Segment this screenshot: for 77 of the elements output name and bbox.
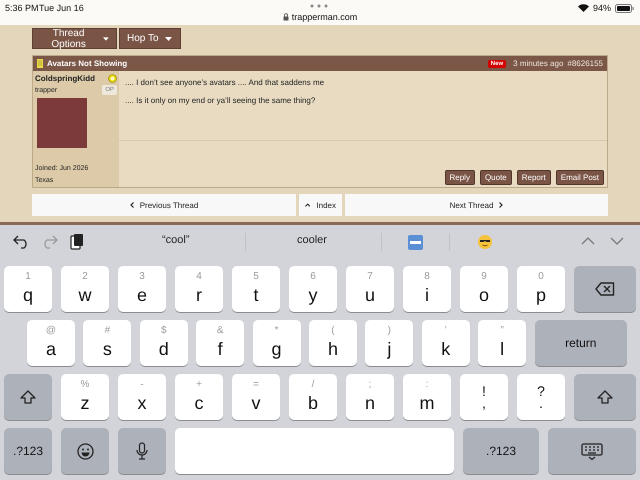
- microphone-icon: [136, 442, 148, 460]
- post-text: .... Is it only on my end or ya’ll seeing the same thing?: [125, 96, 316, 105]
- shift-icon: [20, 390, 36, 404]
- key[interactable]: ? .: [517, 374, 565, 420]
- key[interactable]: 9 o: [460, 266, 508, 312]
- document-icon: [37, 59, 43, 68]
- dropdown-button[interactable]: Thread Options: [32, 28, 117, 49]
- suggestion[interactable]: cooler: [297, 234, 327, 246]
- key[interactable]: ( h: [308, 320, 357, 366]
- backspace-icon: [595, 282, 615, 296]
- suggestion[interactable]: “cool”: [162, 234, 190, 246]
- post-action-button[interactable]: Reply: [444, 170, 475, 185]
- key[interactable]: ) j: [365, 320, 414, 366]
- key[interactable]: + c: [175, 374, 223, 420]
- chevron-up-icon: [305, 203, 310, 207]
- keyboard-icon: [581, 442, 603, 460]
- status-date: Tue Jun 16: [39, 3, 84, 13]
- caret-icon: [103, 36, 109, 40]
- avatar-placeholder: [37, 98, 87, 148]
- next-thread-button[interactable]: Next Thread: [345, 194, 608, 216]
- key[interactable]: - x: [118, 374, 166, 420]
- index-button[interactable]: Index: [299, 194, 342, 216]
- key[interactable]: 8 i: [403, 266, 451, 312]
- post-title: Avatars Not Showing: [47, 59, 128, 68]
- status-time: 5:36 PM: [5, 3, 39, 13]
- key[interactable]: # s: [83, 320, 132, 366]
- key[interactable]: ; n: [346, 374, 394, 420]
- post-number[interactable]: #8626155: [567, 59, 603, 68]
- key[interactable]: 1 q: [4, 266, 52, 312]
- key[interactable]: 6 y: [289, 266, 337, 312]
- dropdown-button[interactable]: Hop To: [119, 28, 181, 49]
- battery-icon: [615, 4, 634, 12]
- key[interactable]: % z: [61, 374, 109, 420]
- numbers-key[interactable]: .?123: [463, 428, 539, 474]
- key[interactable]: / b: [289, 374, 337, 420]
- key[interactable]: = v: [232, 374, 280, 420]
- caret-icon: [164, 36, 172, 40]
- post-text: .... I don’t see anyone’s avatars .... And that saddens me: [125, 78, 326, 87]
- post-time: 3 minutes ago: [513, 59, 564, 68]
- key[interactable]: 5 t: [232, 266, 280, 312]
- return-key[interactable]: return: [534, 320, 627, 366]
- previous-thread-button[interactable]: Previous Thread: [32, 194, 296, 216]
- key[interactable]: ! ,: [460, 374, 508, 420]
- url-text[interactable]: trapperman.com: [292, 12, 358, 22]
- clipboard-icon[interactable]: [70, 233, 84, 250]
- key[interactable]: 7 u: [346, 266, 394, 312]
- post-action-button[interactable]: Report: [516, 170, 551, 185]
- key[interactable]: @ a: [27, 320, 75, 366]
- post-action-button[interactable]: Email Post: [556, 170, 604, 185]
- numbers-key[interactable]: .?123: [4, 428, 52, 474]
- key[interactable]: 3 e: [118, 266, 166, 312]
- backspace-key[interactable]: [574, 266, 636, 312]
- key[interactable]: : m: [403, 374, 451, 420]
- key[interactable]: * g: [252, 320, 301, 366]
- more-dots-icon[interactable]: [309, 4, 329, 8]
- key[interactable]: 0 p: [517, 266, 565, 312]
- chevron-up-icon[interactable]: [581, 237, 595, 245]
- author-name[interactable]: ColdspringKidd: [35, 74, 95, 83]
- emoji-key[interactable]: [61, 428, 109, 474]
- shift-icon: [597, 390, 613, 404]
- chevron-down-icon[interactable]: [610, 237, 624, 245]
- lock-icon: [282, 13, 289, 21]
- key[interactable]: 2 w: [61, 266, 109, 312]
- chevron-right-icon: [499, 202, 504, 208]
- key[interactable]: ’ k: [422, 320, 470, 366]
- hide-keyboard-key[interactable]: [548, 428, 636, 474]
- key[interactable]: & f: [196, 320, 244, 366]
- chevron-left-icon: [130, 202, 134, 208]
- shift-key[interactable]: [4, 374, 52, 420]
- post-action-button[interactable]: Quote: [480, 170, 512, 185]
- battery-percent: 94%: [592, 3, 611, 13]
- wifi-icon: [578, 4, 589, 12]
- sunglasses-face-icon[interactable]: [478, 235, 492, 249]
- microphone-key[interactable]: [118, 428, 166, 474]
- key[interactable]: 4 r: [175, 266, 223, 312]
- key[interactable]: ” l: [478, 320, 526, 366]
- key[interactable]: $ d: [140, 320, 188, 366]
